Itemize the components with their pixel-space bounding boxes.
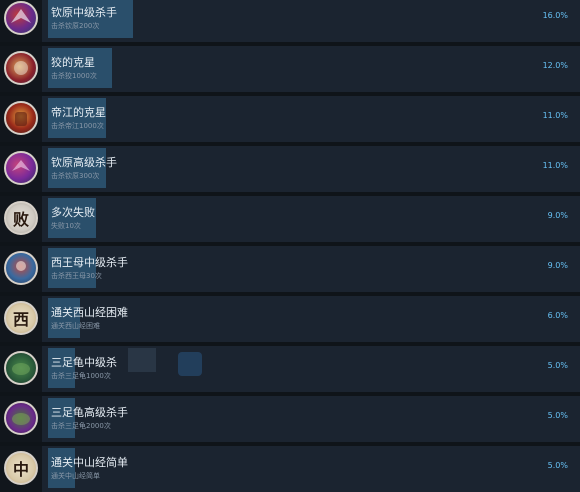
achievement-icon-slot (0, 0, 42, 42)
achievement-percent: 5.0% (547, 411, 568, 420)
achievement-desc: 击杀钦原300次 (51, 172, 100, 180)
middle-glyph: 中 (12, 460, 29, 479)
achievement-icon-slot (0, 396, 42, 442)
achievement-row-4[interactable]: 败 多次失败 失败10次 9.0% (0, 196, 580, 242)
achievement-desc: 击杀三足龟1000次 (51, 372, 111, 380)
jiao-beast-icon (4, 51, 38, 85)
achievement-row-3[interactable]: 钦原高级杀手 击杀钦原300次 11.0% (0, 146, 580, 192)
achievement-desc: 通关西山经困难 (51, 322, 100, 330)
defeat-glyph: 败 (12, 210, 29, 229)
achievement-title: 西王母中级杀手 (51, 256, 128, 269)
dijiang-icon (4, 101, 38, 135)
achievement-title: 通关西山经困难 (51, 306, 128, 319)
achievement-percent: 11.0% (542, 111, 568, 120)
achievement-row-7[interactable]: 三足龟中级杀 击杀三足龟1000次 5.0% (0, 346, 580, 392)
xiwangmu-icon (4, 251, 38, 285)
achievement-icon-slot: 西 (0, 296, 42, 342)
achievement-desc: 击杀三足龟2000次 (51, 422, 111, 430)
achievement-desc: 击杀帝江1000次 (51, 122, 104, 130)
achievement-row-2[interactable]: 帝江的克星 击杀帝江1000次 11.0% (0, 96, 580, 142)
blurred-overlay (128, 348, 156, 372)
achievement-icon-slot (0, 346, 42, 392)
defeat-glyph-icon: 败 (4, 201, 38, 235)
achievement-row-8[interactable]: 三足龟高级杀手 击杀三足龟2000次 5.0% (0, 396, 580, 442)
achievement-icon-slot (0, 46, 42, 92)
achievement-title: 帝江的克星 (51, 106, 106, 119)
west-glyph: 西 (12, 310, 29, 329)
achievement-row-9[interactable]: 中 通关中山经简单 通关中山经简单 5.0% (0, 446, 580, 492)
achievement-percent: 12.0% (542, 61, 568, 70)
qinyuan-bird-icon (4, 151, 38, 185)
achievement-percent: 5.0% (547, 461, 568, 470)
achievement-percent: 9.0% (547, 211, 568, 220)
achievement-desc: 通关中山经简单 (51, 472, 100, 480)
achievement-list: 钦原中级杀手 击杀钦原200次 16.0% 狡的克星 击杀狡1000次 12.0… (0, 0, 580, 492)
achievement-title: 多次失败 (51, 206, 95, 219)
achievement-row-1[interactable]: 狡的克星 击杀狡1000次 12.0% (0, 46, 580, 92)
achievement-percent: 16.0% (542, 11, 568, 20)
achievement-desc: 击杀钦原200次 (51, 22, 100, 30)
achievement-title: 钦原中级杀手 (51, 6, 117, 19)
three-legged-turtle-icon (4, 351, 38, 385)
achievement-icon-slot (0, 246, 42, 292)
achievement-title: 钦原高级杀手 (51, 156, 117, 169)
achievement-icon-slot: 败 (0, 196, 42, 242)
achievement-desc: 击杀狡1000次 (51, 72, 97, 80)
achievement-title: 三足龟高级杀手 (51, 406, 128, 419)
west-glyph-icon: 西 (4, 301, 38, 335)
achievement-percent: 6.0% (547, 311, 568, 320)
achievement-percent: 11.0% (542, 161, 568, 170)
achievement-icon-slot (0, 146, 42, 192)
qinyuan-bird-icon (4, 1, 38, 35)
blurred-overlay (178, 352, 202, 376)
three-legged-turtle-icon (4, 401, 38, 435)
achievement-row-0[interactable]: 钦原中级杀手 击杀钦原200次 16.0% (0, 0, 580, 42)
achievement-row-5[interactable]: 西王母中级杀手 击杀西王母30次 9.0% (0, 246, 580, 292)
achievement-percent: 5.0% (547, 361, 568, 370)
achievement-icon-slot: 中 (0, 446, 42, 492)
achievement-title: 通关中山经简单 (51, 456, 128, 469)
achievement-row-6[interactable]: 西 通关西山经困难 通关西山经困难 6.0% (0, 296, 580, 342)
achievement-desc: 失败10次 (51, 222, 81, 230)
achievement-icon-slot (0, 96, 42, 142)
achievement-title: 狡的克星 (51, 56, 95, 69)
achievement-desc: 击杀西王母30次 (51, 272, 102, 280)
achievement-title: 三足龟中级杀 (51, 356, 117, 369)
achievement-percent: 9.0% (547, 261, 568, 270)
middle-glyph-icon: 中 (4, 451, 38, 485)
